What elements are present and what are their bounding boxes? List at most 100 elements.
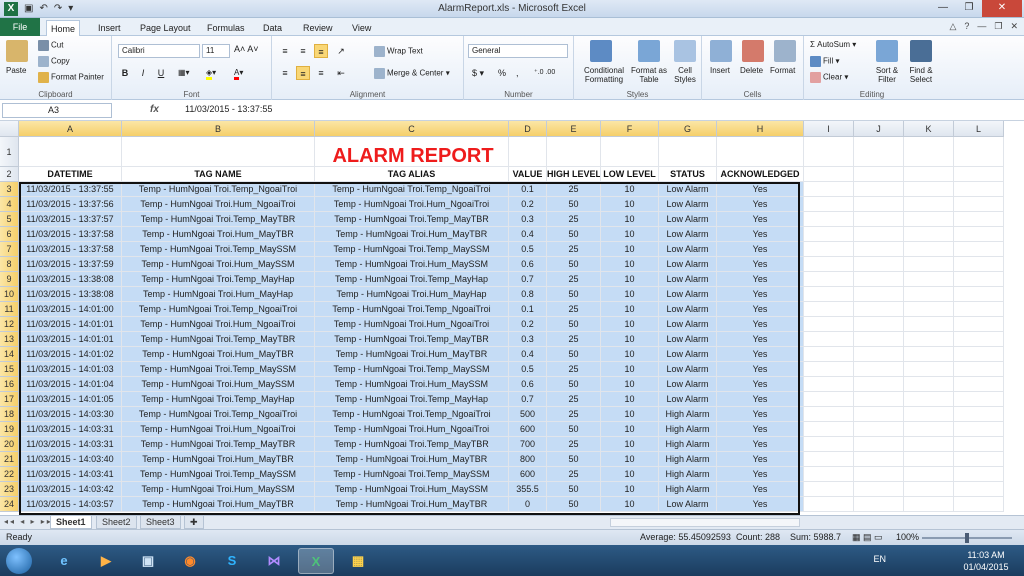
empty-cell[interactable] bbox=[954, 332, 1004, 347]
empty-cell[interactable] bbox=[954, 287, 1004, 302]
number-format-select[interactable]: General bbox=[468, 44, 568, 58]
table-cell[interactable]: 25 bbox=[547, 182, 601, 197]
minimize-ribbon-icon[interactable]: △ bbox=[949, 21, 956, 32]
clear-button[interactable]: Clear ▾ bbox=[810, 72, 848, 83]
empty-cell[interactable] bbox=[804, 167, 854, 182]
table-row-start-cell[interactable]: 11/03/2015 - 14:01:04 bbox=[19, 377, 122, 392]
conditional-formatting-icon[interactable] bbox=[590, 40, 612, 62]
empty-cell[interactable] bbox=[904, 197, 954, 212]
table-cell[interactable]: Temp - HumNgoai Troi.Hum_NgoaiTroi bbox=[315, 317, 509, 332]
table-cell[interactable]: 50 bbox=[547, 317, 601, 332]
empty-cell[interactable] bbox=[854, 422, 904, 437]
format-cells-icon[interactable] bbox=[774, 40, 796, 62]
empty-cell[interactable] bbox=[804, 212, 854, 227]
row-header-13[interactable]: 13 bbox=[0, 332, 19, 347]
table-cell[interactable]: Yes bbox=[717, 182, 804, 197]
table-cell[interactable]: Low Alarm bbox=[659, 212, 717, 227]
empty-cell[interactable] bbox=[804, 407, 854, 422]
table-cell[interactable]: 0.1 bbox=[509, 302, 547, 317]
paint-icon[interactable]: ▦ bbox=[340, 548, 376, 574]
table-cell[interactable]: 50 bbox=[547, 452, 601, 467]
table-cell[interactable]: Temp - HumNgoai Troi.Temp_NgoaiTroi bbox=[122, 302, 315, 317]
sheet-tab-sheet2[interactable]: Sheet2 bbox=[96, 516, 137, 529]
table-cell[interactable]: 0.4 bbox=[509, 227, 547, 242]
table-cell[interactable]: Yes bbox=[717, 227, 804, 242]
table-cell[interactable]: 50 bbox=[547, 287, 601, 302]
table-cell[interactable]: 0.2 bbox=[509, 197, 547, 212]
insert-button[interactable]: Insert bbox=[710, 66, 730, 75]
table-cell[interactable]: 50 bbox=[547, 482, 601, 497]
empty-cell[interactable] bbox=[954, 197, 1004, 212]
table-cell[interactable]: Temp - HumNgoai Troi.Temp_MayTBR bbox=[122, 332, 315, 347]
empty-cell[interactable] bbox=[954, 392, 1004, 407]
font-name-select[interactable]: Calibri bbox=[118, 44, 200, 58]
fx-icon[interactable]: fx bbox=[150, 104, 159, 115]
table-cell[interactable]: Low Alarm bbox=[659, 257, 717, 272]
empty-cell[interactable] bbox=[954, 257, 1004, 272]
empty-cell[interactable] bbox=[854, 287, 904, 302]
table-row-start-cell[interactable]: 11/03/2015 - 13:37:59 bbox=[19, 257, 122, 272]
header-cell[interactable]: STATUS bbox=[659, 167, 717, 182]
empty-cell[interactable] bbox=[854, 227, 904, 242]
column-header-c[interactable]: C bbox=[315, 121, 509, 137]
table-cell[interactable]: 10 bbox=[601, 467, 659, 482]
table-cell[interactable]: 50 bbox=[547, 422, 601, 437]
tab-data[interactable]: Data bbox=[259, 20, 286, 36]
vscode-icon[interactable]: ⋈ bbox=[256, 548, 292, 574]
header-cell[interactable]: LOW LEVEL bbox=[601, 167, 659, 182]
row-header-21[interactable]: 21 bbox=[0, 452, 19, 467]
doc-restore-icon[interactable]: ❐ bbox=[994, 21, 1002, 32]
empty-cell[interactable] bbox=[954, 272, 1004, 287]
empty-cell[interactable] bbox=[954, 422, 1004, 437]
table-cell[interactable]: 0.6 bbox=[509, 377, 547, 392]
table-cell[interactable]: 25 bbox=[547, 242, 601, 257]
empty-cell[interactable] bbox=[954, 182, 1004, 197]
empty-cell[interactable] bbox=[659, 137, 717, 167]
empty-cell[interactable] bbox=[804, 182, 854, 197]
close-icon[interactable]: ✕ bbox=[982, 0, 1022, 17]
empty-cell[interactable] bbox=[854, 272, 904, 287]
row-header-17[interactable]: 17 bbox=[0, 392, 19, 407]
empty-cell[interactable] bbox=[804, 197, 854, 212]
table-cell[interactable]: 10 bbox=[601, 482, 659, 497]
empty-cell[interactable] bbox=[804, 437, 854, 452]
empty-cell[interactable] bbox=[954, 377, 1004, 392]
table-cell[interactable]: 25 bbox=[547, 272, 601, 287]
table-cell[interactable]: Yes bbox=[717, 272, 804, 287]
insert-sheet-icon[interactable]: ✚ bbox=[184, 516, 204, 529]
empty-cell[interactable] bbox=[904, 212, 954, 227]
empty-cell[interactable] bbox=[804, 227, 854, 242]
empty-cell[interactable] bbox=[804, 257, 854, 272]
column-header-l[interactable]: L bbox=[954, 121, 1004, 137]
table-cell[interactable]: 10 bbox=[601, 362, 659, 377]
table-cell[interactable]: High Alarm bbox=[659, 452, 717, 467]
fill-button[interactable]: Fill ▾ bbox=[810, 56, 839, 67]
empty-cell[interactable] bbox=[854, 467, 904, 482]
table-cell[interactable]: Temp - HumNgoai Troi.Temp_MayTBR bbox=[122, 437, 315, 452]
comma-button[interactable]: , bbox=[516, 68, 519, 78]
name-box[interactable]: A3 bbox=[2, 103, 112, 118]
table-cell[interactable]: Temp - HumNgoai Troi.Hum_MayTBR bbox=[122, 347, 315, 362]
empty-cell[interactable] bbox=[954, 302, 1004, 317]
table-cell[interactable]: Yes bbox=[717, 257, 804, 272]
empty-cell[interactable] bbox=[601, 137, 659, 167]
row-header-24[interactable]: 24 bbox=[0, 497, 19, 512]
empty-cell[interactable] bbox=[954, 467, 1004, 482]
empty-cell[interactable] bbox=[904, 407, 954, 422]
tab-insert[interactable]: Insert bbox=[94, 20, 125, 36]
empty-cell[interactable] bbox=[804, 452, 854, 467]
table-cell[interactable]: Yes bbox=[717, 407, 804, 422]
empty-cell[interactable] bbox=[904, 347, 954, 362]
table-cell[interactable]: 25 bbox=[547, 392, 601, 407]
table-row-start-cell[interactable]: 11/03/2015 - 14:01:01 bbox=[19, 317, 122, 332]
doc-minimize-icon[interactable]: — bbox=[977, 21, 986, 32]
align-left-icon[interactable]: ≡ bbox=[278, 66, 292, 80]
empty-cell[interactable] bbox=[904, 287, 954, 302]
empty-cell[interactable] bbox=[854, 362, 904, 377]
table-cell[interactable]: 10 bbox=[601, 437, 659, 452]
table-row-start-cell[interactable]: 11/03/2015 - 14:01:03 bbox=[19, 362, 122, 377]
align-center-icon[interactable]: ≡ bbox=[296, 66, 310, 80]
table-cell[interactable]: 25 bbox=[547, 332, 601, 347]
empty-cell[interactable] bbox=[954, 317, 1004, 332]
table-cell[interactable]: Temp - HumNgoai Troi.Hum_MaySSM bbox=[315, 482, 509, 497]
